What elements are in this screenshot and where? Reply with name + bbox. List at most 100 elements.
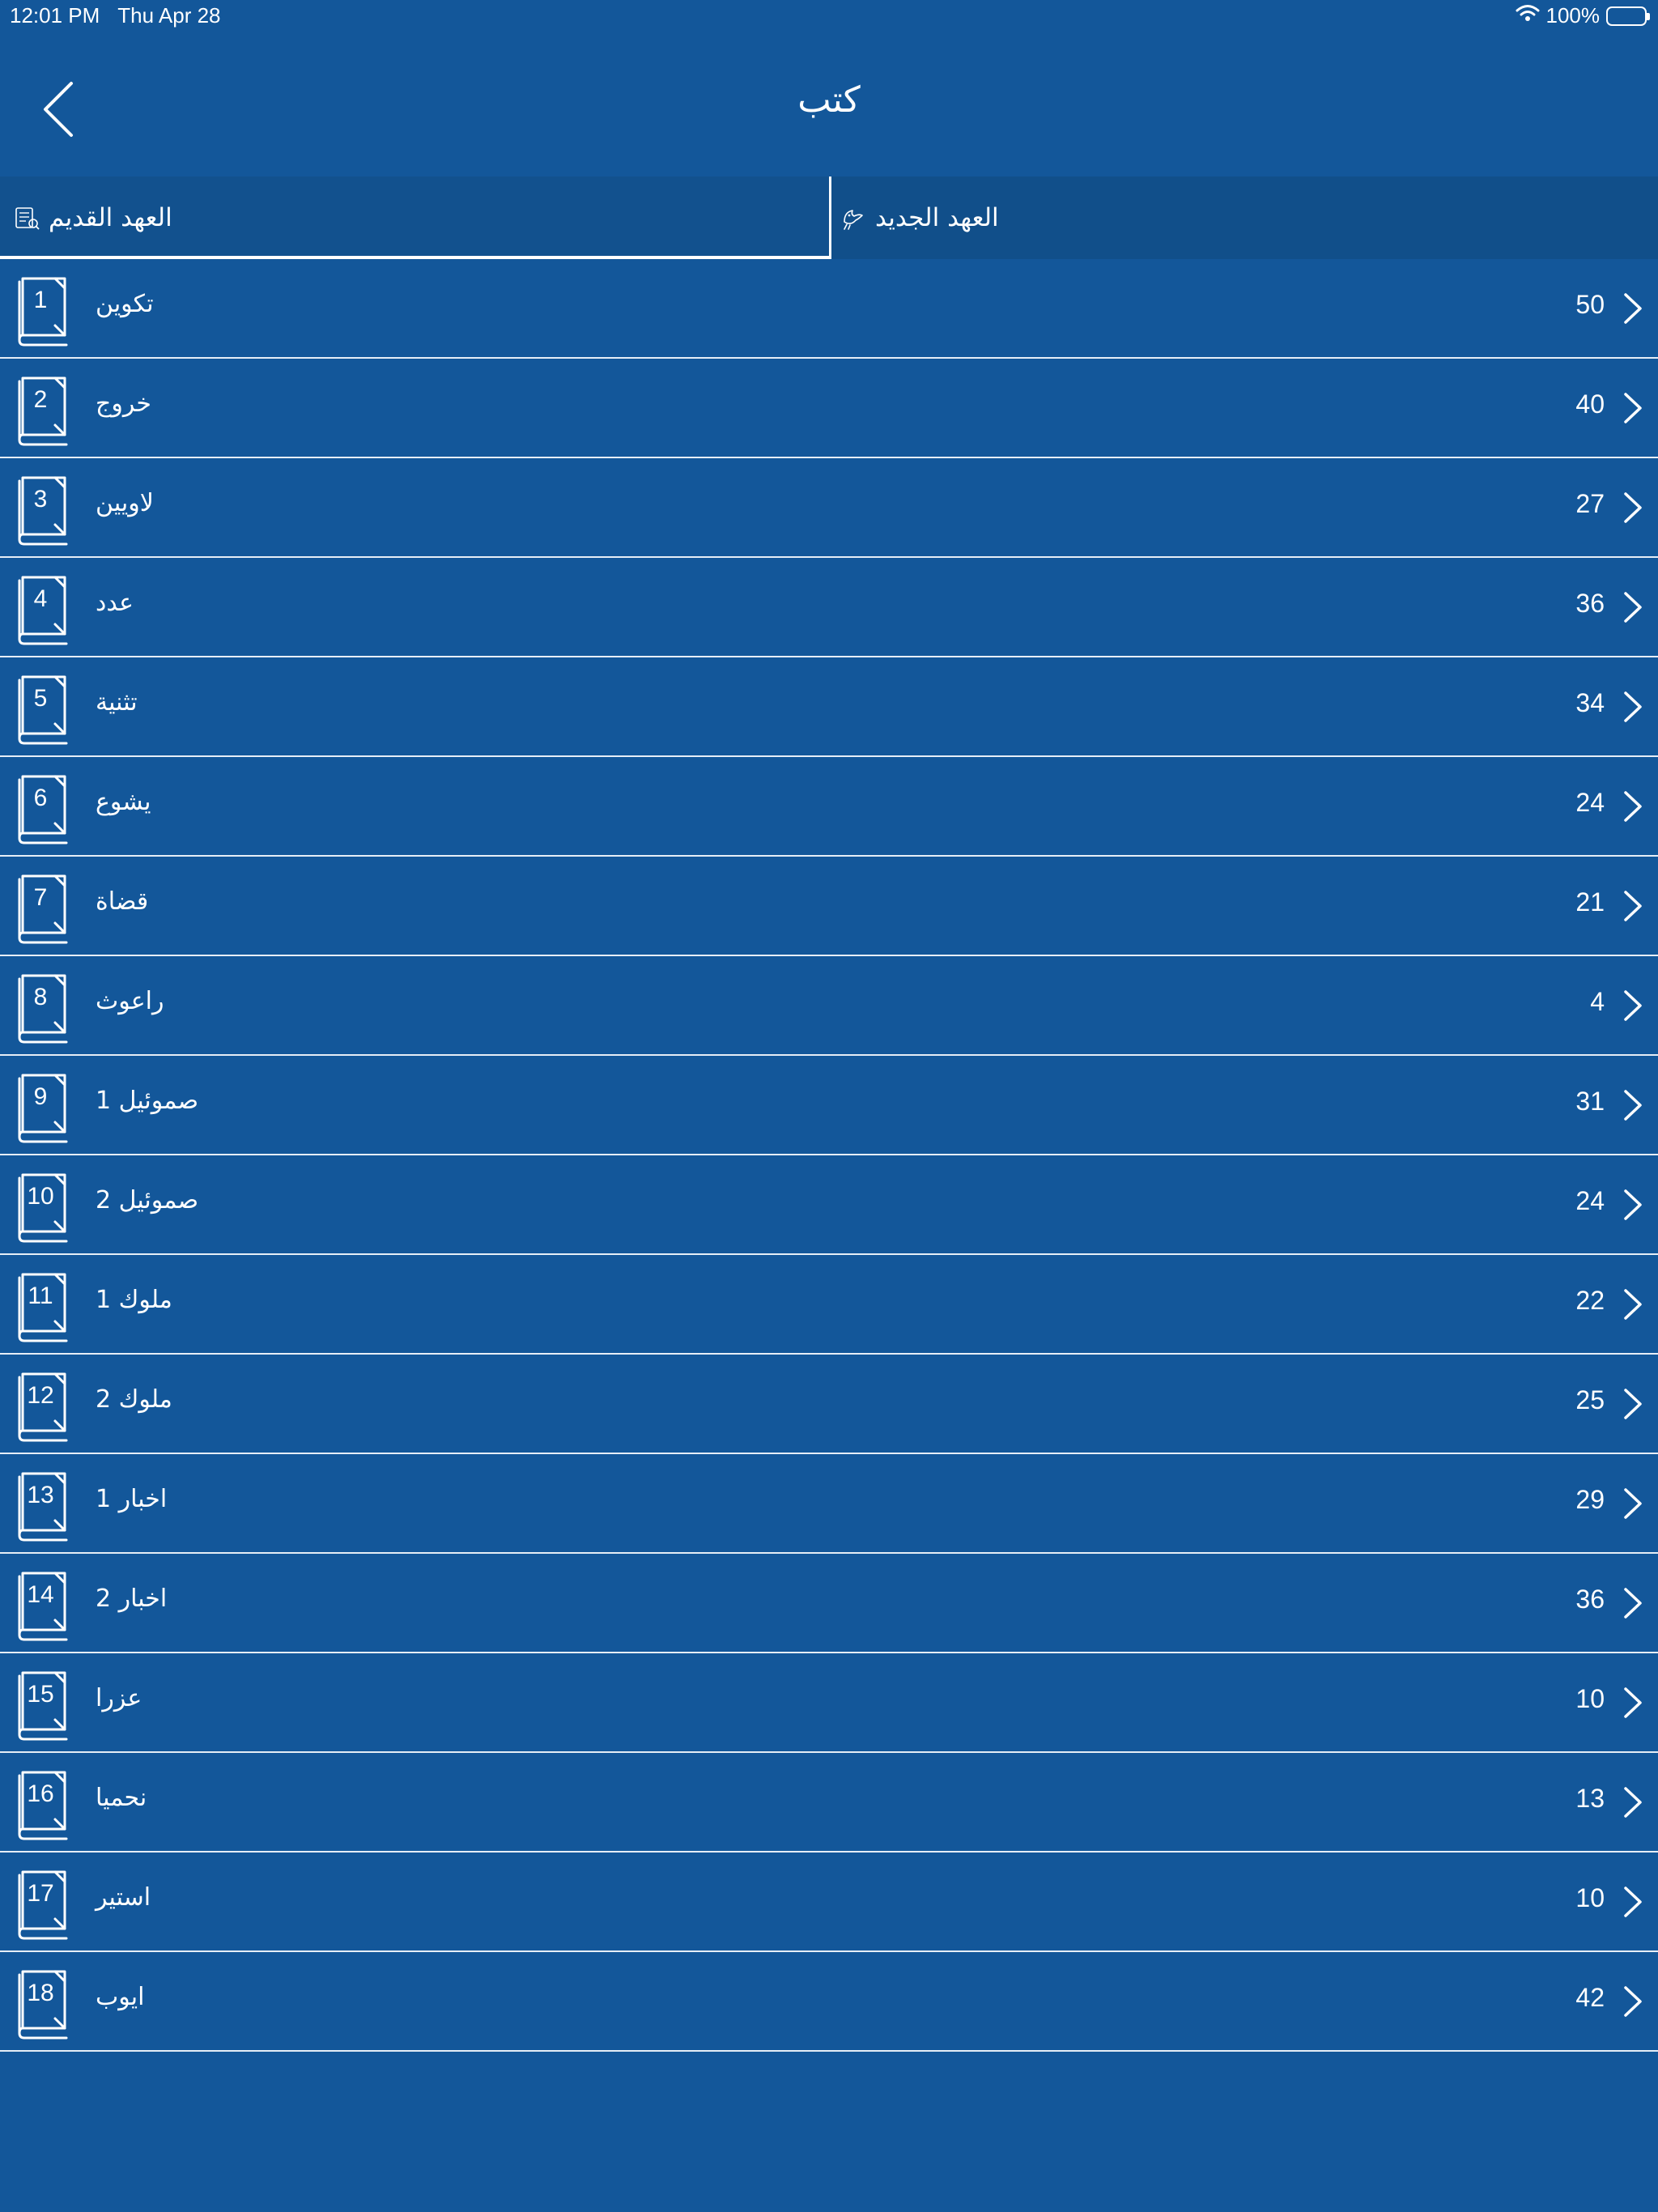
book-name: قضاة [96, 887, 149, 916]
book-name: خروج [96, 389, 151, 418]
chevron-right-icon [1624, 891, 1642, 921]
book-number: 10 [27, 1183, 54, 1210]
chapter-count: 27 [1575, 489, 1605, 518]
book-row[interactable]: 17 استیر 10 [0, 1853, 1658, 1952]
book-row[interactable]: 10 2 صموئیل 24 [0, 1155, 1658, 1255]
book-name: 2 صموئیل [96, 1186, 199, 1214]
book-icon: 2 [16, 375, 71, 448]
chapter-count: 13 [1575, 1784, 1605, 1813]
book-row[interactable]: 11 1 ملوك 22 [0, 1255, 1658, 1355]
chapter-count: 10 [1575, 1684, 1605, 1713]
chevron-right-icon [1624, 1787, 1642, 1818]
chapter-count: 36 [1575, 1585, 1605, 1614]
dove-icon [840, 204, 867, 232]
status-date: Thu Apr 28 [117, 3, 221, 28]
book-number: 3 [33, 486, 48, 513]
book-icon: 15 [16, 1670, 71, 1742]
chapter-count: 29 [1575, 1485, 1605, 1514]
book-row[interactable]: 3 لاویین 27 [0, 458, 1658, 558]
book-number: 4 [33, 585, 48, 612]
scroll-document-icon [13, 204, 40, 232]
chevron-right-icon [1624, 1090, 1642, 1121]
book-icon: 6 [16, 773, 71, 846]
book-number: 16 [27, 1780, 54, 1807]
book-number: 6 [33, 785, 48, 811]
status-time: 12:01 PM [10, 3, 100, 28]
battery-percent: 100% [1545, 3, 1601, 28]
book-icon: 5 [16, 674, 71, 747]
tab-old-testament-label: العهد القديم [49, 203, 172, 232]
chevron-right-icon [1624, 1588, 1642, 1619]
book-row[interactable]: 18 ایوب 42 [0, 1952, 1658, 2052]
chapter-count: 34 [1575, 688, 1605, 717]
chapter-count: 31 [1575, 1087, 1605, 1116]
book-icon: 16 [16, 1769, 71, 1842]
book-icon: 7 [16, 873, 71, 946]
book-icon: 18 [16, 1968, 71, 2041]
book-number: 11 [28, 1283, 53, 1309]
chevron-right-icon [1624, 1289, 1642, 1320]
book-row[interactable]: 9 1 صموئیل 31 [0, 1056, 1658, 1155]
app-screen: 12:01 PM Thu Apr 28 100% کتب العهد القدي… [0, 0, 1658, 2212]
book-row[interactable]: 1 تکوین 50 [0, 259, 1658, 359]
chevron-right-icon [1624, 691, 1642, 722]
book-icon: 17 [16, 1869, 71, 1942]
chevron-right-icon [1624, 492, 1642, 523]
book-icon: 3 [16, 474, 71, 547]
book-icon: 14 [16, 1570, 71, 1643]
chevron-right-icon [1624, 1986, 1642, 2017]
book-number: 15 [27, 1681, 54, 1708]
book-row[interactable]: 16 نحمیا 13 [0, 1753, 1658, 1853]
book-icon: 12 [16, 1371, 71, 1444]
chevron-right-icon [1624, 592, 1642, 623]
navigation-bar: کتب [0, 36, 1658, 177]
book-icon: 13 [16, 1470, 71, 1543]
book-number: 13 [27, 1482, 54, 1508]
chevron-right-icon [1624, 990, 1642, 1021]
book-icon: 4 [16, 574, 71, 647]
battery-icon [1606, 6, 1650, 26]
tab-old-testament[interactable]: العهد القديم [0, 177, 829, 259]
book-icon: 11 [16, 1271, 71, 1344]
chevron-right-icon [1624, 393, 1642, 423]
book-row[interactable]: 14 2 اخبار 36 [0, 1554, 1658, 1653]
book-icon: 8 [16, 972, 71, 1045]
status-bar: 12:01 PM Thu Apr 28 100% [0, 0, 1658, 36]
chevron-right-icon [1624, 1887, 1642, 1917]
book-name: 2 اخبار [96, 1585, 168, 1613]
testament-tabs: العهد القديم العهد الجديد [0, 177, 1658, 259]
chevron-right-icon [1624, 1488, 1642, 1519]
book-name: استیر [96, 1883, 151, 1912]
book-name: نحمیا [96, 1784, 147, 1812]
book-name: یشوع [96, 788, 151, 816]
page-title: کتب [797, 79, 861, 121]
chevron-right-icon [1624, 293, 1642, 324]
book-row[interactable]: 13 1 اخبار 29 [0, 1454, 1658, 1554]
book-number: 14 [27, 1581, 54, 1608]
status-bar-left: 12:01 PM Thu Apr 28 [10, 3, 221, 28]
tab-new-testament[interactable]: العهد الجديد [829, 177, 1658, 259]
book-name: تثنیة [96, 688, 138, 717]
book-row[interactable]: 7 قضاة 21 [0, 857, 1658, 956]
chapter-count: 10 [1575, 1883, 1605, 1912]
chapter-count: 24 [1575, 788, 1605, 817]
book-number: 1 [33, 287, 48, 313]
chevron-right-icon [1624, 1389, 1642, 1419]
chapter-count: 4 [1590, 987, 1605, 1016]
book-name: ایوب [96, 1983, 145, 2011]
book-name: 1 ملوك [96, 1286, 172, 1314]
book-row[interactable]: 12 2 ملوك 25 [0, 1355, 1658, 1454]
book-number: 17 [27, 1880, 54, 1907]
book-name: لاویین [96, 489, 154, 517]
book-number: 9 [33, 1083, 48, 1110]
book-name: عزرا [96, 1684, 142, 1712]
book-row[interactable]: 2 خروج 40 [0, 359, 1658, 458]
book-row[interactable]: 4 عدد 36 [0, 558, 1658, 657]
book-row[interactable]: 8 راعوث 4 [0, 956, 1658, 1056]
book-row[interactable]: 6 یشوع 24 [0, 757, 1658, 857]
book-row[interactable]: 15 عزرا 10 [0, 1653, 1658, 1753]
chevron-right-icon [1624, 791, 1642, 822]
book-icon: 10 [16, 1172, 71, 1244]
wifi-icon [1516, 3, 1540, 28]
book-row[interactable]: 5 تثنیة 34 [0, 657, 1658, 757]
